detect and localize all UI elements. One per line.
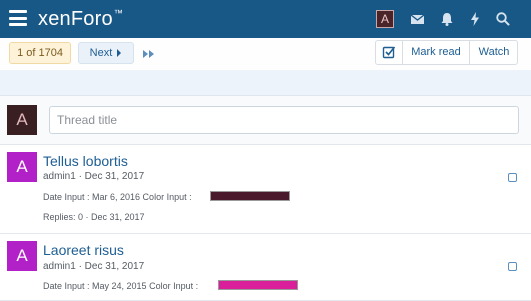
custom-fields: Date Input : May 24, 2015 Color Input : bbox=[43, 281, 199, 291]
caret-right-icon bbox=[117, 49, 122, 58]
thread-title-link[interactable]: Tellus lobortis bbox=[43, 153, 128, 169]
replies-info[interactable]: Replies: 0 · Dec 31, 2017 bbox=[43, 212, 145, 222]
custom-fields: Date Input : Mar 6, 2016 Color Input : bbox=[43, 192, 192, 202]
color-swatch bbox=[218, 280, 298, 290]
menu-icon[interactable] bbox=[9, 10, 27, 26]
select-threads-button[interactable] bbox=[375, 40, 403, 65]
select-thread-checkbox[interactable] bbox=[508, 173, 517, 182]
last-page-icon[interactable] bbox=[142, 47, 156, 59]
thread-title-input[interactable]: Thread title bbox=[49, 106, 519, 134]
watch-button[interactable]: Watch bbox=[470, 40, 518, 65]
site-logo[interactable]: xenForo™ bbox=[38, 8, 123, 31]
logo-trademark: ™ bbox=[113, 8, 123, 18]
search-icon[interactable] bbox=[494, 10, 512, 28]
thread-meta[interactable]: admin1 · Dec 31, 2017 bbox=[43, 171, 144, 182]
page-indicator[interactable]: 1 of 1704 bbox=[9, 42, 71, 64]
thread-meta[interactable]: admin1 · Dec 31, 2017 bbox=[43, 261, 144, 272]
avatar[interactable]: A bbox=[7, 241, 37, 271]
select-thread-checkbox[interactable] bbox=[508, 262, 517, 271]
filter-bar bbox=[0, 70, 531, 96]
bell-icon[interactable] bbox=[438, 10, 456, 28]
avatar[interactable]: A bbox=[7, 152, 37, 182]
thread-title-link[interactable]: Laoreet risus bbox=[43, 242, 124, 258]
logo-text: xenForo bbox=[38, 8, 113, 30]
checkbox-icon bbox=[382, 46, 396, 59]
mark-read-button[interactable]: Mark read bbox=[403, 40, 470, 65]
inbox-icon[interactable] bbox=[409, 10, 427, 28]
next-page-button[interactable]: Next bbox=[78, 42, 134, 64]
next-label: Next bbox=[89, 47, 113, 59]
color-swatch bbox=[210, 191, 290, 201]
bolt-icon[interactable] bbox=[466, 10, 484, 28]
avatar: A bbox=[7, 105, 37, 135]
user-avatar[interactable]: A bbox=[376, 10, 394, 28]
